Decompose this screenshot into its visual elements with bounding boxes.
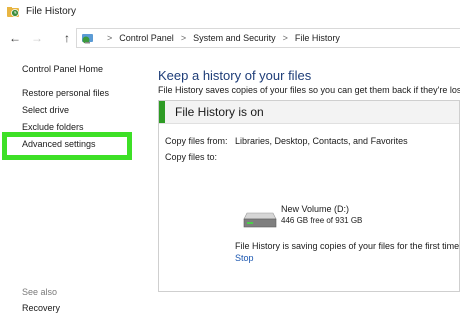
window-title: File History — [26, 6, 77, 17]
back-arrow-icon[interactable]: ← — [8, 31, 22, 45]
page-description: File History saves copies of your files … — [158, 85, 460, 95]
status-panel: File History is on Copy files from: Libr… — [158, 100, 460, 292]
breadcrumb-separator: > — [107, 33, 113, 43]
page-heading: Keep a history of your files — [158, 68, 312, 83]
navigation-bar: ← → ↑ > Control Panel > System and Secur… — [0, 24, 460, 52]
copy-from-value: Libraries, Desktop, Contacts, and Favori… — [235, 136, 408, 146]
breadcrumb-separator: > — [180, 33, 187, 43]
status-text: File History is on — [175, 105, 264, 119]
sidebar-item-exclude-folders[interactable]: Exclude folders — [22, 122, 84, 132]
main-content: Keep a history of your files File Histor… — [150, 52, 460, 320]
sidebar-item-recovery[interactable]: Recovery — [22, 303, 60, 313]
copy-from-label: Copy files from: — [165, 136, 228, 146]
copy-to-label: Copy files to: — [165, 152, 218, 162]
drive-icon — [243, 212, 277, 228]
see-also-label: See also — [22, 287, 58, 297]
address-bar[interactable]: > Control Panel > System and Security > … — [76, 28, 460, 48]
file-history-icon — [7, 7, 19, 17]
title-bar: File History — [0, 0, 460, 24]
forward-arrow-icon[interactable]: → — [30, 31, 44, 45]
status-header: File History is on — [159, 101, 459, 124]
sidebar-item-control-panel-home[interactable]: Control Panel Home — [22, 64, 103, 74]
sidebar-item-restore-personal-files[interactable]: Restore personal files — [22, 88, 109, 98]
drive-free-space: 446 GB free of 931 GB — [281, 216, 363, 225]
breadcrumb-separator: > — [282, 33, 288, 43]
status-indicator — [159, 101, 165, 123]
breadcrumb-system-security[interactable]: System and Security — [193, 33, 276, 43]
sidebar-item-select-drive[interactable]: Select drive — [22, 105, 69, 115]
sidebar: Control Panel Home Restore personal file… — [0, 52, 150, 320]
sidebar-item-advanced-settings[interactable]: Advanced settings — [22, 139, 96, 149]
stop-link[interactable]: Stop — [235, 253, 254, 263]
control-panel-icon — [82, 33, 93, 43]
breadcrumb-control-panel[interactable]: Control Panel — [119, 33, 174, 43]
saving-status-text: File History is saving copies of your fi… — [235, 241, 460, 251]
drive-name: New Volume (D:) — [281, 204, 350, 214]
up-arrow-icon[interactable]: ↑ — [60, 31, 74, 45]
breadcrumb-file-history[interactable]: File History — [295, 33, 340, 43]
